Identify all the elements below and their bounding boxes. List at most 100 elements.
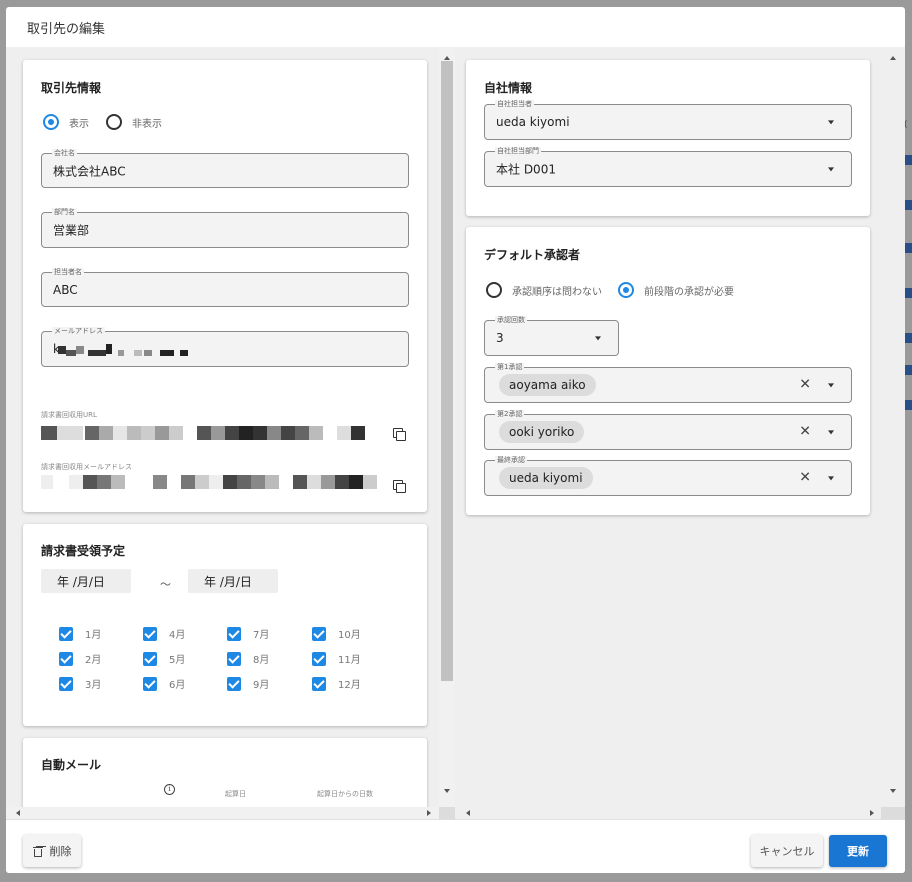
- month-label: 5月: [169, 655, 186, 666]
- order-any-radio[interactable]: 承認順序は問わない: [486, 282, 602, 298]
- department-label: 部門名: [52, 208, 77, 216]
- left-horizontal-scrollbar[interactable]: [6, 807, 439, 819]
- month-checkbox[interactable]: 8月: [227, 651, 269, 666]
- company-info-card: 自社情報 自社担当者 ueda kiyomi 自社担当部門 本社 D001: [466, 60, 870, 216]
- radio-selected-icon: [618, 282, 634, 298]
- visibility-hide-radio[interactable]: 非表示: [106, 114, 162, 130]
- month-checkbox[interactable]: 10月: [312, 626, 361, 641]
- approver-2-select[interactable]: 第2承認 ooki yoriko ✕: [484, 410, 852, 450]
- company-name-field[interactable]: 会社名 株式会社ABC: [41, 149, 409, 188]
- month-label: 12月: [338, 680, 361, 691]
- edit-client-dialog: 取引先の編集 取引先情報 表示 非表示 会社名 株式会社ABC 部門名 営業部 …: [6, 7, 905, 873]
- invoice-schedule-card: 請求書受領予定 年 /月/日 ～ 年 /月/日 1月 4月 7月 10月 2月 5月 8月 1…: [23, 524, 427, 726]
- month-checkbox[interactable]: 4月: [143, 626, 185, 641]
- date-to-input[interactable]: 年 /月/日: [188, 569, 278, 593]
- month-checkbox[interactable]: 2月: [59, 651, 101, 666]
- scroll-right-icon[interactable]: [870, 810, 874, 816]
- company-owner-select[interactable]: 自社担当者 ueda kiyomi: [484, 100, 852, 140]
- month-checkbox[interactable]: 1月: [59, 626, 101, 641]
- clear-icon[interactable]: ✕: [799, 424, 811, 440]
- email-field[interactable]: メールアドレス k: [41, 327, 409, 367]
- dropdown-arrow-icon: [828, 383, 834, 388]
- approver-1-chip: aoyama aiko: [499, 374, 596, 396]
- approval-count-label: 承認回数: [495, 316, 527, 324]
- checkbox-checked-icon: [227, 626, 241, 641]
- scroll-left-icon[interactable]: [16, 810, 20, 816]
- right-vertical-scrollbar[interactable]: [881, 47, 905, 807]
- scroll-left-icon[interactable]: [466, 810, 470, 816]
- order-any-label: 承認順序は問わない: [512, 286, 602, 298]
- scroll-thumb[interactable]: [441, 61, 453, 681]
- checkbox-checked-icon: [227, 676, 241, 691]
- scroll-right-icon[interactable]: [427, 810, 431, 816]
- scrollbar-corner: [881, 807, 905, 819]
- clear-icon[interactable]: ✕: [799, 377, 811, 393]
- invoice-url-redacted: [41, 426, 371, 440]
- trash-icon: [32, 846, 43, 857]
- auto-mail-title: 自動メール: [41, 758, 102, 772]
- left-vertical-scrollbar[interactable]: [439, 47, 455, 807]
- department-field[interactable]: 部門名 営業部: [41, 208, 409, 248]
- dropdown-arrow-icon: [828, 430, 834, 435]
- visibility-show-label: 表示: [69, 118, 89, 130]
- dropdown-arrow-icon: [828, 120, 834, 125]
- update-button[interactable]: 更新: [829, 835, 887, 867]
- date-from-input[interactable]: 年 /月/日: [41, 569, 131, 593]
- month-checkbox[interactable]: 3月: [59, 676, 101, 691]
- base-date-column-header: 起算日: [225, 790, 246, 798]
- scroll-up-icon[interactable]: [444, 56, 450, 60]
- contact-name-field[interactable]: 担当者名 ABC: [41, 268, 409, 307]
- month-label: 2月: [85, 655, 102, 666]
- dialog-header: 取引先の編集: [6, 7, 905, 47]
- month-label: 3月: [85, 680, 102, 691]
- approver-final-label: 最終承認: [495, 456, 527, 464]
- approver-final-select[interactable]: 最終承認 ueda kiyomi ✕: [484, 456, 852, 496]
- radio-selected-icon: [43, 114, 59, 130]
- update-button-label: 更新: [847, 845, 869, 858]
- order-sequential-radio[interactable]: 前段階の承認が必要: [618, 282, 734, 298]
- invoice-schedule-title: 請求書受領予定: [41, 544, 126, 558]
- background-badge: [905, 400, 912, 410]
- date-range-separator: ～: [160, 578, 171, 591]
- checkbox-checked-icon: [59, 651, 73, 666]
- checkbox-checked-icon: [59, 626, 73, 641]
- cancel-button[interactable]: キャンセル: [751, 835, 823, 867]
- approver-final-chip: ueda kiyomi: [499, 467, 593, 489]
- scroll-down-icon[interactable]: [890, 789, 896, 793]
- dropdown-arrow-icon: [595, 336, 601, 341]
- company-owner-label: 自社担当者: [495, 100, 534, 108]
- info-icon[interactable]: i: [164, 784, 175, 795]
- delete-button-label: 削除: [49, 845, 72, 858]
- checkbox-checked-icon: [143, 626, 157, 641]
- approver-1-select[interactable]: 第1承認 aoyama aiko ✕: [484, 363, 852, 403]
- company-info-title: 自社情報: [484, 81, 533, 95]
- approver-1-label: 第1承認: [495, 363, 525, 371]
- month-checkbox[interactable]: 11月: [312, 651, 361, 666]
- copy-url-icon[interactable]: [392, 427, 406, 441]
- month-checkbox[interactable]: 7月: [227, 626, 269, 641]
- default-approvers-card: デフォルト承認者 承認順序は問わない 前段階の承認が必要 承認回数 3 第1承認: [466, 227, 870, 515]
- month-checkbox[interactable]: 9月: [227, 676, 269, 691]
- email-redacted: [58, 344, 208, 358]
- copy-email-icon[interactable]: [392, 479, 406, 493]
- month-label: 9月: [253, 680, 270, 691]
- radio-unselected-icon: [106, 114, 122, 130]
- order-sequential-label: 前段階の承認が必要: [644, 286, 734, 298]
- delete-button[interactable]: 削除: [23, 835, 81, 867]
- background-badge: [905, 288, 912, 298]
- invoice-email-redacted: [41, 475, 381, 489]
- visibility-show-radio[interactable]: 表示: [43, 114, 89, 130]
- right-horizontal-scrollbar[interactable]: [456, 807, 881, 819]
- approval-count-select[interactable]: 承認回数 3: [484, 316, 619, 356]
- scroll-up-icon[interactable]: [890, 56, 896, 60]
- client-info-card: 取引先情報 表示 非表示 会社名 株式会社ABC 部門名 営業部 担当者名 AB…: [23, 60, 427, 512]
- company-department-label: 自社担当部門: [495, 147, 541, 155]
- company-department-select[interactable]: 自社担当部門 本社 D001: [484, 147, 852, 187]
- approver-2-chip: ooki yoriko: [499, 421, 585, 443]
- month-checkbox[interactable]: 12月: [312, 676, 361, 691]
- clear-icon[interactable]: ✕: [799, 470, 811, 486]
- month-checkbox[interactable]: 5月: [143, 651, 185, 666]
- month-checkbox[interactable]: 6月: [143, 676, 185, 691]
- scroll-down-icon[interactable]: [444, 789, 450, 793]
- month-label: 8月: [253, 655, 270, 666]
